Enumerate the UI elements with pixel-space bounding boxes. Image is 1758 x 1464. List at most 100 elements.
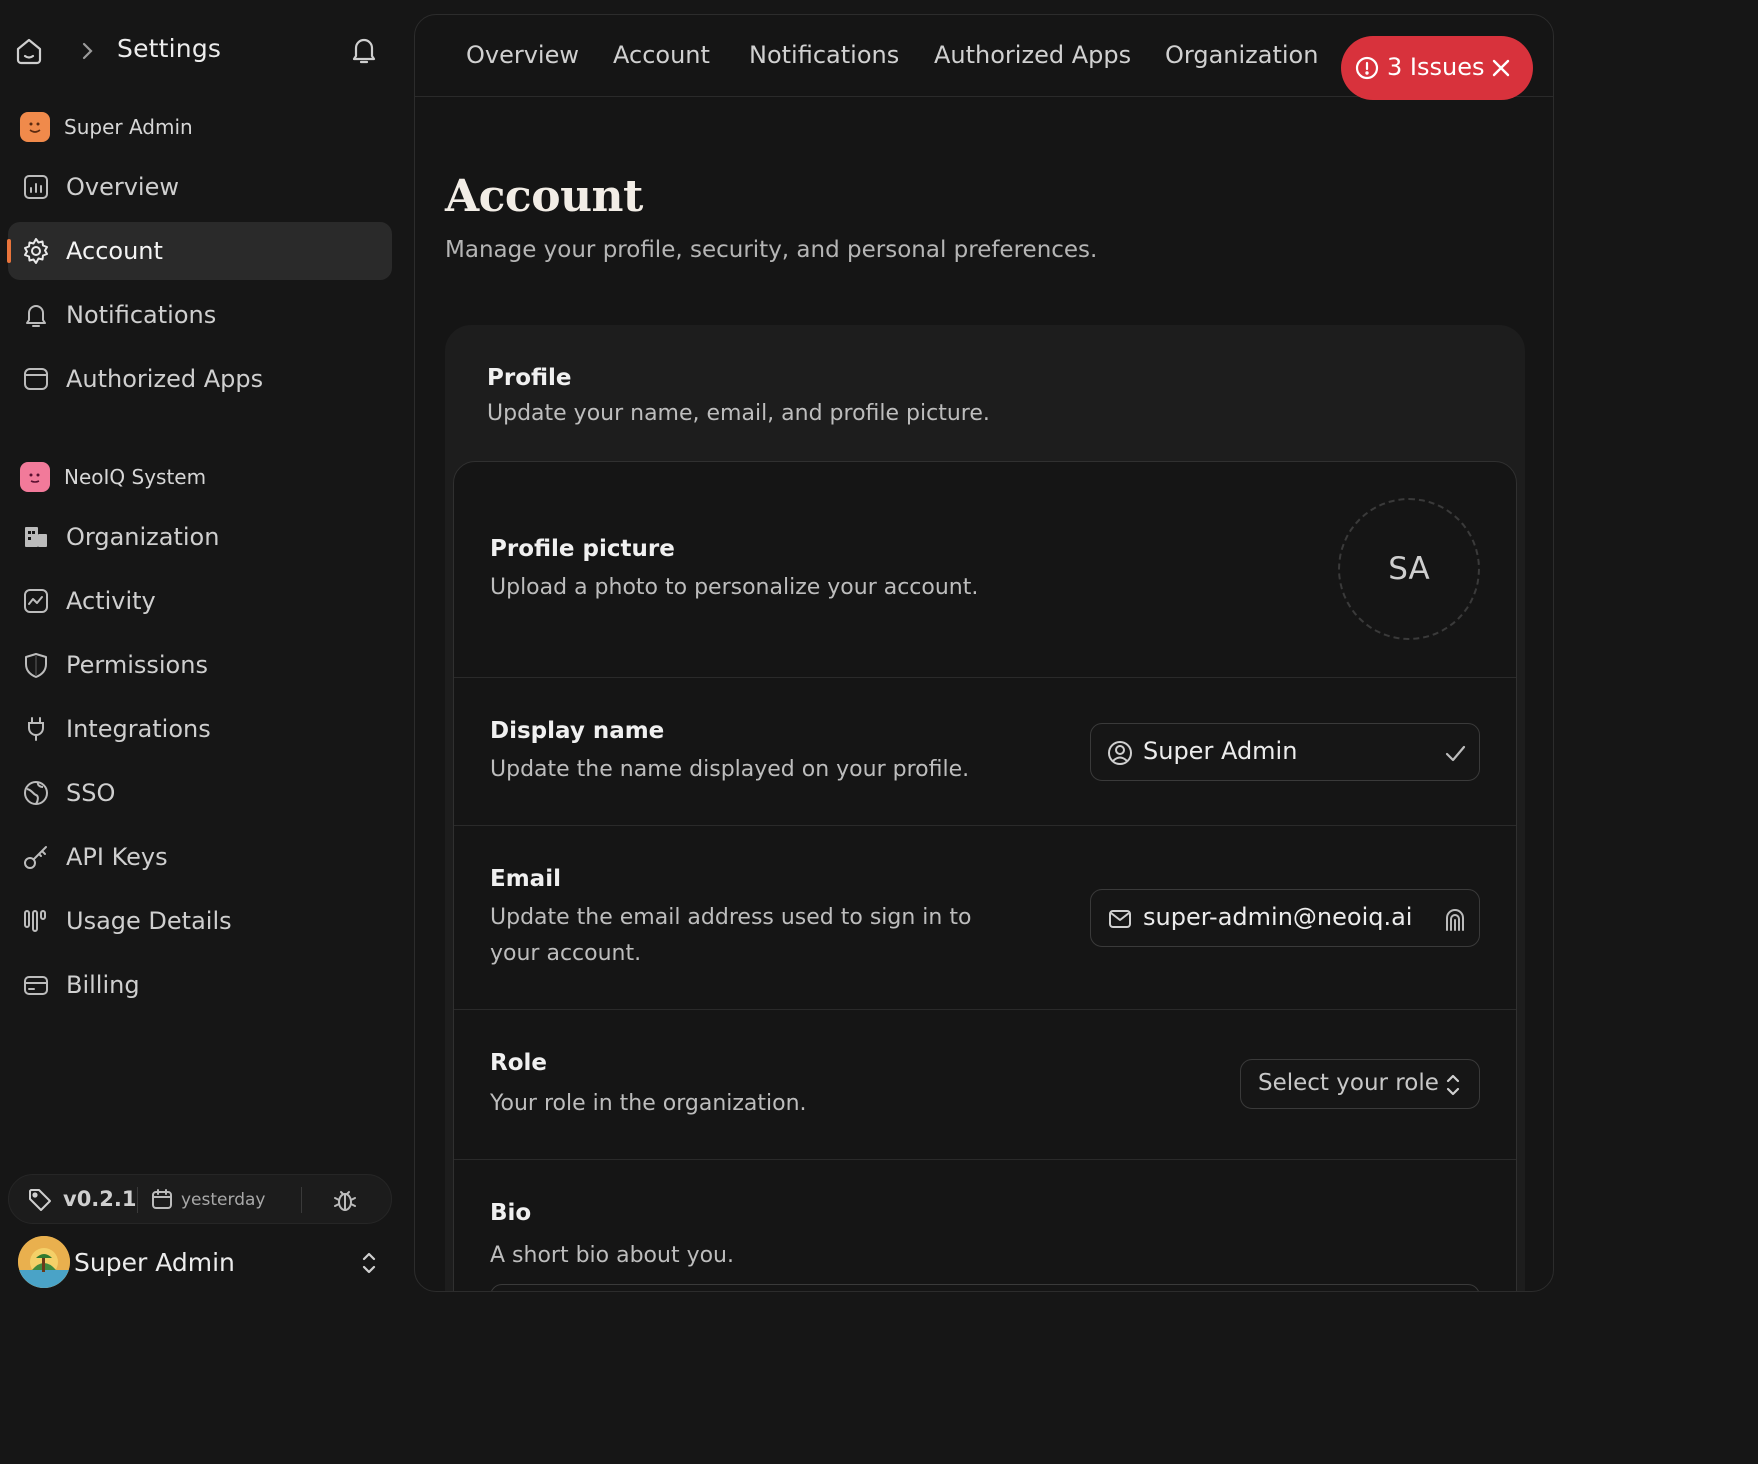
sidebar-item-label: Organization — [66, 523, 220, 551]
sidebar-item-api-keys[interactable]: API Keys — [8, 828, 392, 886]
current-user-name: Super Admin — [74, 1248, 235, 1277]
display-name-desc: Update the name displayed on your profil… — [490, 757, 970, 782]
bio-desc: A short bio about you. — [490, 1243, 734, 1268]
tab-organization[interactable]: Organization — [1165, 41, 1318, 69]
bio-textarea[interactable] — [490, 1284, 1480, 1291]
role-label: Role — [490, 1050, 547, 1076]
org-section-label: NeoIQ System — [20, 462, 206, 492]
main-panel: Overview Account Notifications Authorize… — [414, 14, 1554, 1292]
bell-icon — [26, 305, 46, 327]
bio-label: Bio — [490, 1200, 532, 1226]
shield-icon — [25, 653, 47, 678]
email-label: Email — [490, 866, 561, 892]
user-avatar — [20, 112, 50, 142]
tab-notifications[interactable]: Notifications — [749, 41, 899, 69]
user-section-label: Super Admin — [20, 112, 193, 142]
version-label: v0.2.1 — [63, 1187, 137, 1211]
sidebar-item-usage-details[interactable]: Usage Details — [8, 892, 392, 950]
sidebar-item-permissions[interactable]: Permissions — [8, 636, 392, 694]
issues-badge[interactable]: 3 Issues — [1341, 36, 1533, 100]
sidebar-item-label: Account — [66, 237, 163, 265]
display-name-label: Display name — [490, 718, 665, 744]
bug-icon[interactable] — [331, 1186, 359, 1214]
sidebar-header: Settings — [0, 24, 400, 78]
version-bar: v0.2.1 yesterday — [8, 1174, 392, 1224]
sidebar-item-account[interactable]: Account — [7, 222, 392, 280]
role-desc: Your role in the organization. — [490, 1091, 807, 1116]
display-name-row: Display name Update the name displayed o… — [454, 678, 1516, 826]
org-avatar — [20, 462, 50, 492]
sidebar-item-label: Notifications — [66, 301, 217, 329]
profile-card: Profile Update your name, email, and pro… — [445, 325, 1525, 1291]
email-row: Email Update the email address used to s… — [454, 826, 1516, 1010]
sidebar-item-organization[interactable]: Organization — [8, 508, 392, 566]
profile-heading: Profile — [487, 365, 572, 391]
chevron-updown-icon — [362, 1252, 376, 1274]
home-icon[interactable] — [14, 36, 44, 66]
globe-icon — [24, 781, 48, 805]
email-field[interactable]: super-admin@neoiq.ai — [1090, 889, 1480, 947]
sidebar-item-authorized-apps[interactable]: Authorized Apps — [8, 350, 392, 408]
chevron-right-icon — [82, 42, 93, 60]
tag-icon — [29, 1189, 51, 1211]
breadcrumb-settings[interactable]: Settings — [117, 34, 221, 63]
user-section-name: Super Admin — [64, 115, 193, 139]
plug-icon — [28, 717, 44, 741]
profile-subheading: Update your name, email, and profile pic… — [487, 401, 990, 426]
role-select[interactable]: Select your role — [1240, 1059, 1480, 1109]
email-desc: Update the email address used to sign in… — [490, 905, 972, 966]
user-circle-icon — [1108, 741, 1132, 765]
org-section-name: NeoIQ System — [64, 465, 207, 489]
profile-picture-upload[interactable]: SA — [1338, 498, 1480, 640]
credit-card-icon — [24, 976, 48, 995]
profile-picture-desc: Upload a photo to personalize your accou… — [490, 575, 979, 600]
bell-icon[interactable] — [348, 34, 380, 66]
sidebar-item-label: Permissions — [66, 651, 208, 679]
chevron-updown-icon — [1446, 1074, 1460, 1096]
tab-overview[interactable]: Overview — [466, 41, 579, 69]
current-user-switcher[interactable]: Super Admin — [16, 1234, 392, 1292]
sidebar-item-label: Authorized Apps — [66, 365, 264, 393]
activity-icon — [24, 589, 48, 613]
gear-icon — [24, 238, 48, 264]
sidebar-item-label: Integrations — [66, 715, 211, 743]
app-window-icon — [24, 368, 48, 390]
close-icon[interactable] — [1489, 56, 1513, 80]
profile-picture-label: Profile picture — [490, 536, 675, 562]
email-value: super-admin@neoiq.ai — [1143, 903, 1413, 931]
sidebar-item-label: Usage Details — [66, 907, 232, 935]
sidebar-item-label: SSO — [66, 779, 116, 807]
mail-icon — [1109, 910, 1131, 928]
sidebar-item-label: API Keys — [66, 843, 168, 871]
sidebar-item-overview[interactable]: Overview — [8, 158, 392, 216]
sidebar-item-label: Billing — [66, 971, 140, 999]
sidebar-item-notifications[interactable]: Notifications — [8, 286, 392, 344]
sidebar-item-activity[interactable]: Activity — [8, 572, 392, 630]
tab-authorized-apps[interactable]: Authorized Apps — [934, 41, 1131, 69]
calendar-icon — [152, 1189, 172, 1209]
key-icon — [24, 846, 47, 869]
sidebar-item-sso[interactable]: SSO — [8, 764, 392, 822]
bio-row: Bio A short bio about you. — [454, 1160, 1516, 1291]
usage-icon — [24, 910, 46, 932]
alert-circle-icon — [1355, 56, 1379, 80]
issues-label: 3 Issues — [1387, 53, 1485, 81]
sidebar: Settings Super Admin Overview Account No… — [0, 0, 412, 1306]
chart-icon — [24, 175, 48, 199]
tab-account[interactable]: Account — [613, 41, 710, 69]
display-name-value: Super Admin — [1143, 737, 1298, 765]
role-placeholder: Select your role — [1258, 1070, 1439, 1096]
page-title: Account — [445, 171, 643, 222]
sidebar-item-integrations[interactable]: Integrations — [8, 700, 392, 758]
page-subtitle: Manage your profile, security, and perso… — [445, 237, 1098, 263]
sidebar-item-billing[interactable]: Billing — [8, 956, 392, 1014]
fingerprint-lock-icon — [1446, 909, 1464, 931]
sidebar-item-label: Activity — [66, 587, 156, 615]
release-date: yesterday — [181, 1190, 266, 1210]
profile-fields: Profile picture Upload a photo to person… — [453, 461, 1517, 1291]
role-row: Role Your role in the organization. Sele… — [454, 1010, 1516, 1160]
display-name-field[interactable]: Super Admin — [1090, 723, 1480, 781]
sidebar-item-label: Overview — [66, 173, 179, 201]
building-icon — [25, 527, 47, 547]
user-avatar — [18, 1236, 70, 1288]
